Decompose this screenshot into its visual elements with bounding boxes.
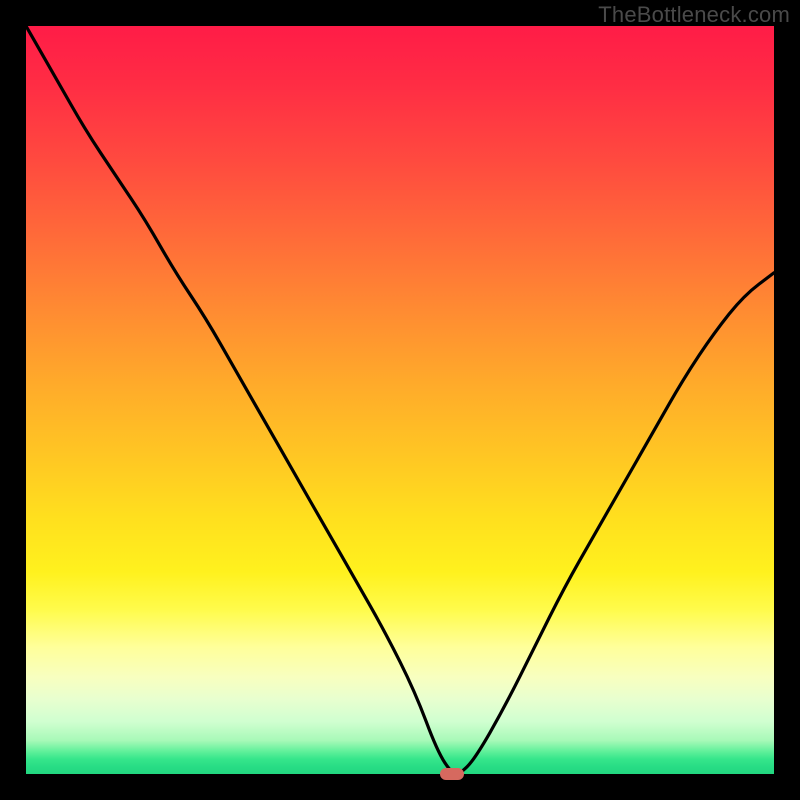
plot-area (26, 26, 774, 774)
optimal-marker (440, 768, 464, 780)
curve-path (26, 26, 774, 774)
bottleneck-curve (26, 26, 774, 774)
chart-frame: TheBottleneck.com (0, 0, 800, 800)
watermark-label: TheBottleneck.com (598, 2, 790, 28)
